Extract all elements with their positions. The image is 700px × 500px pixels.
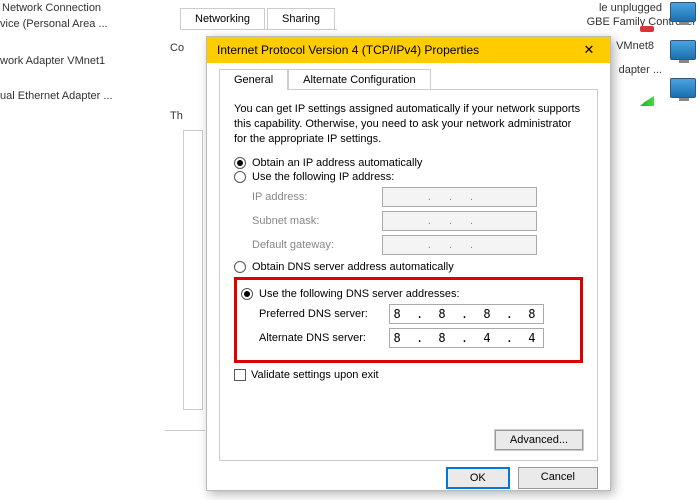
ip-address-input: ... <box>382 187 537 207</box>
error-icon <box>640 26 654 32</box>
subnet-mask-field: Subnet mask: ... <box>252 211 583 231</box>
bg-listbox <box>183 130 203 410</box>
tab-content: You can get IP settings assigned automat… <box>219 89 598 461</box>
bg-unplugged: le unplugged <box>599 2 662 14</box>
checkbox-icon <box>234 369 246 381</box>
radio-icon <box>234 157 246 169</box>
dialog-buttons: OK Cancel <box>207 461 610 495</box>
radio-label: Use the following IP address: <box>252 171 394 183</box>
alternate-dns-field: Alternate DNS server: 8 . 8 . 4 . 4 <box>259 328 572 348</box>
bg-adapter1: work Adapter VMnet1 <box>0 55 105 67</box>
radio-label: Obtain an IP address automatically <box>252 157 422 169</box>
ip-radio-group: Obtain an IP address automatically Use t… <box>234 157 583 255</box>
dialog-tabs: General Alternate Configuration <box>219 69 610 90</box>
tab-alternate-config[interactable]: Alternate Configuration <box>288 69 431 90</box>
tab-sharing[interactable]: Sharing <box>267 8 335 29</box>
bg-divider <box>165 430 205 431</box>
field-label: IP address: <box>252 191 382 203</box>
preferred-dns-field: Preferred DNS server: 8 . 8 . 8 . 8 <box>259 304 572 324</box>
monitor-icon <box>670 40 696 60</box>
field-label: Default gateway: <box>252 239 382 251</box>
alternate-dns-input[interactable]: 8 . 8 . 4 . 4 <box>389 328 544 348</box>
bg-device: vice (Personal Area ... <box>0 18 108 30</box>
dialog-title: Internet Protocol Version 4 (TCP/IPv4) P… <box>217 43 479 57</box>
radio-label: Obtain DNS server address automatically <box>252 261 454 273</box>
field-label: Preferred DNS server: <box>259 308 389 320</box>
preferred-dns-input[interactable]: 8 . 8 . 8 . 8 <box>389 304 544 324</box>
radio-dns-auto[interactable]: Obtain DNS server address automatically <box>234 261 583 273</box>
ipv4-properties-dialog: Internet Protocol Version 4 (TCP/IPv4) P… <box>206 36 611 491</box>
ok-button[interactable]: OK <box>446 467 510 489</box>
bg-th-label: Th <box>170 110 183 122</box>
bg-vmnet8: VMnet8 <box>616 40 654 52</box>
radio-ip-manual[interactable]: Use the following IP address: <box>234 171 583 183</box>
gateway-field: Default gateway: ... <box>252 235 583 255</box>
bg-adapter-right: dapter ... <box>619 64 662 76</box>
close-button[interactable]: ✕ <box>576 37 602 63</box>
tab-networking[interactable]: Networking <box>180 8 265 29</box>
signal-icon <box>640 96 654 106</box>
subnet-mask-input: ... <box>382 211 537 231</box>
field-label: Alternate DNS server: <box>259 332 389 344</box>
bg-heading: Network Connection <box>2 2 101 14</box>
radio-icon <box>234 171 246 183</box>
bg-co-label: Co <box>170 42 184 54</box>
adapter-tabs: Networking Sharing <box>180 8 337 30</box>
field-label: Subnet mask: <box>252 215 382 227</box>
validate-checkbox-row[interactable]: Validate settings upon exit <box>234 369 583 381</box>
tab-general[interactable]: General <box>219 69 288 90</box>
dns-highlight-box: Use the following DNS server addresses: … <box>234 277 583 363</box>
titlebar: Internet Protocol Version 4 (TCP/IPv4) P… <box>207 37 610 63</box>
dns-section: Obtain DNS server address automatically … <box>234 261 583 363</box>
checkbox-label: Validate settings upon exit <box>251 369 379 381</box>
radio-icon <box>241 288 253 300</box>
radio-label: Use the following DNS server addresses: <box>259 288 460 300</box>
description-text: You can get IP settings assigned automat… <box>234 102 583 147</box>
advanced-button[interactable]: Advanced... <box>495 430 583 450</box>
monitor-icon <box>670 78 696 98</box>
ip-address-field: IP address: ... <box>252 187 583 207</box>
monitor-icon <box>670 2 696 22</box>
radio-icon <box>234 261 246 273</box>
bg-adapter2: ual Ethernet Adapter ... <box>0 90 113 102</box>
radio-ip-auto[interactable]: Obtain an IP address automatically <box>234 157 583 169</box>
cancel-button[interactable]: Cancel <box>518 467 598 489</box>
gateway-input: ... <box>382 235 537 255</box>
radio-dns-manual[interactable]: Use the following DNS server addresses: <box>241 288 572 300</box>
